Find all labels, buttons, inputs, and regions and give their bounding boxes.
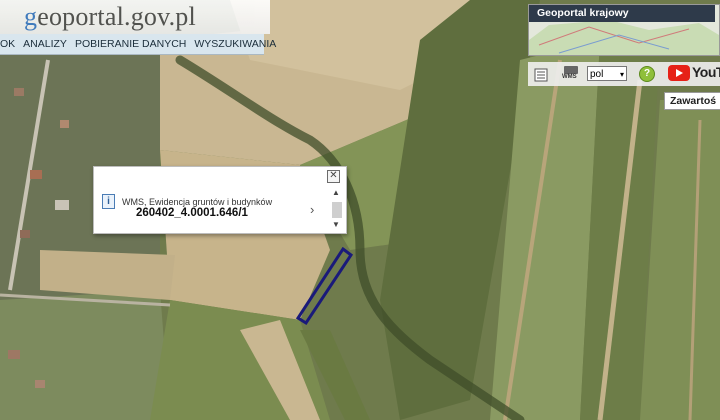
scroll-thumb[interactable]: [332, 202, 342, 218]
close-icon[interactable]: ✕: [327, 170, 340, 183]
language-select[interactable]: pol ▾: [587, 66, 627, 81]
help-icon[interactable]: ?: [639, 66, 655, 82]
minimap-title: Geoportal krajowy: [529, 5, 715, 22]
chevron-right-icon[interactable]: ›: [310, 202, 314, 217]
logo-letter: g: [24, 2, 38, 31]
scroll-up-icon[interactable]: ▲: [332, 188, 340, 197]
feature-info-popup: ✕ i WMS, Ewidencja gruntów i budynków 26…: [93, 166, 347, 234]
language-value: pol: [590, 69, 604, 80]
geoportal-logo[interactable]: geoportal.gov.pl: [0, 0, 270, 34]
popup-scrollbar[interactable]: ▲ ▼: [331, 187, 342, 231]
logo-text: eoportal.gov.pl: [37, 2, 196, 31]
info-icon: i: [102, 194, 115, 209]
main-menu: OK ANALIZY POBIERANIE DANYCH WYSZUKIWANI…: [0, 34, 276, 55]
popup-layer-name: WMS, Ewidencja gruntów i budynków: [122, 197, 273, 207]
popup-parcel-id[interactable]: 260402_4.0001.646/1: [136, 207, 248, 219]
menu-item-analizy[interactable]: ANALIZY: [19, 34, 71, 54]
youtube-icon[interactable]: [668, 65, 690, 81]
print-icon[interactable]: [534, 67, 548, 83]
overview-minimap[interactable]: Geoportal krajowy: [528, 4, 720, 56]
wms-icon[interactable]: WMS: [562, 66, 580, 81]
youtube-label[interactable]: YouTub: [692, 64, 720, 80]
contents-tab[interactable]: Zawartoś: [664, 92, 720, 110]
wms-icon-label: WMS: [562, 74, 577, 80]
menu-item-ok[interactable]: OK: [0, 34, 19, 54]
scroll-down-icon[interactable]: ▼: [332, 220, 340, 229]
menu-item-wyszukiwania[interactable]: WYSZUKIWANIA: [190, 34, 280, 54]
chevron-down-icon: ▾: [619, 70, 624, 79]
menu-item-pobieranie-danych[interactable]: POBIERANIE DANYCH: [71, 34, 190, 54]
